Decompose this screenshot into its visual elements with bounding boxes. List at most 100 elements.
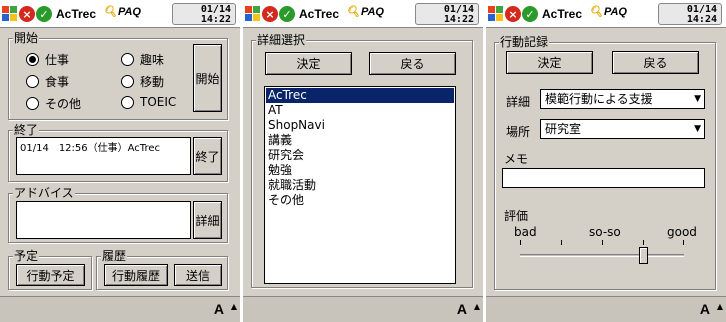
paq-label: PAQ: [603, 5, 627, 18]
advice-field[interactable]: [16, 201, 191, 239]
rating-bad-label: bad: [514, 225, 537, 239]
clock[interactable]: 01/14 14:24: [658, 3, 722, 25]
input-arrow-icon[interactable]: ▲: [717, 302, 723, 311]
radio-other[interactable]: その他: [26, 95, 81, 112]
list-item[interactable]: その他: [266, 193, 454, 208]
input-panel-icon[interactable]: A: [700, 301, 710, 317]
input-panel-icon[interactable]: A: [214, 301, 224, 317]
list-item[interactable]: ShopNavi: [266, 118, 454, 133]
end-button[interactable]: 終了: [193, 137, 222, 175]
detail-select-group-label: 詳細選択: [256, 33, 307, 47]
clock-time: 14:22: [443, 14, 474, 25]
paq-label: PAQ: [360, 5, 384, 18]
start-button[interactable]: 開始: [193, 44, 222, 112]
radio-dot[interactable]: [26, 97, 39, 110]
memo-input[interactable]: [502, 168, 705, 188]
advice-group-label: アドバイス: [13, 186, 75, 200]
paq-icon[interactable]: 🔍︎ PAQ: [103, 5, 141, 19]
close-icon[interactable]: ×: [262, 6, 278, 22]
clock[interactable]: 01/14 14:22: [172, 3, 236, 25]
advice-detail-button[interactable]: 詳細: [193, 201, 222, 239]
radio-label: その他: [45, 97, 82, 111]
action-record-group-label: 行動記録: [499, 35, 550, 49]
list-item[interactable]: 就職活動: [266, 178, 454, 193]
radio-hobby[interactable]: 趣味: [121, 51, 164, 68]
start-group-label: 開始: [13, 31, 40, 45]
slider-tick: [602, 240, 603, 245]
slider-track: [520, 254, 684, 257]
list-item[interactable]: AT: [266, 103, 454, 118]
clock[interactable]: 01/14 14:22: [415, 3, 479, 25]
plan-group-label: 予定: [13, 249, 40, 263]
memo-label: メモ: [504, 152, 529, 166]
radio-meal[interactable]: 食事: [26, 73, 69, 90]
radio-dot[interactable]: [121, 75, 134, 88]
ok-icon[interactable]: ✓: [36, 6, 52, 22]
clock-time: 14:24: [686, 14, 717, 25]
rating-good-label: good: [667, 225, 697, 239]
action-record-screen: × ✓ AcTrec 🔍︎ PAQ 01/14 14:24 行動記録 決定 戻る 詳…: [486, 0, 726, 322]
slider-thumb[interactable]: [638, 247, 648, 264]
radio-toeic[interactable]: TOEIC: [121, 95, 176, 109]
input-panel-icon[interactable]: A: [457, 301, 467, 317]
main-screen: × ✓ AcTrec 🔍︎ PAQ 01/14 14:22 開始 仕事 趣味 食事 …: [0, 0, 240, 322]
close-icon[interactable]: ×: [19, 6, 35, 22]
paq-label: PAQ: [117, 5, 141, 18]
app-title: AcTrec: [542, 7, 583, 21]
radio-dot[interactable]: [26, 75, 39, 88]
rating-slider[interactable]: [520, 240, 684, 264]
rating-label: 評価: [504, 209, 529, 223]
radio-label: 趣味: [140, 53, 165, 67]
app-title: AcTrec: [56, 7, 97, 21]
ok-icon[interactable]: ✓: [522, 6, 538, 22]
list-item[interactable]: 講義: [266, 133, 454, 148]
title-bar: × ✓ AcTrec 🔍︎ PAQ 01/14 14:24: [486, 0, 726, 28]
detail-select-screen: × ✓ AcTrec 🔍︎ PAQ 01/14 14:22 詳細選択 決定 戻る A…: [243, 0, 483, 322]
back-button[interactable]: 戻る: [369, 52, 456, 75]
windows-start-icon[interactable]: [2, 6, 18, 22]
list-item[interactable]: AcTrec: [266, 88, 454, 103]
clock-time: 14:22: [200, 14, 231, 25]
bottom-bar: A ▲: [0, 296, 240, 322]
slider-tick: [561, 240, 562, 245]
detail-select[interactable]: 模範行動による支援 ▼: [540, 89, 705, 109]
end-log-field[interactable]: 01/14 12:56（仕事）AcTrec: [16, 137, 191, 175]
windows-start-icon[interactable]: [245, 6, 261, 22]
chevron-down-icon[interactable]: ▼: [694, 90, 701, 108]
app-title: AcTrec: [299, 7, 340, 21]
radio-label: 移動: [140, 75, 165, 89]
title-bar: × ✓ AcTrec 🔍︎ PAQ 01/14 14:22: [0, 0, 240, 28]
detail-select-value: 模範行動による支援: [545, 92, 653, 106]
input-arrow-icon[interactable]: ▲: [474, 302, 480, 311]
close-icon[interactable]: ×: [505, 6, 521, 22]
place-select[interactable]: 研究室 ▼: [540, 119, 705, 139]
slider-tick: [520, 240, 521, 245]
radio-travel[interactable]: 移動: [121, 73, 164, 90]
back-button[interactable]: 戻る: [612, 51, 699, 74]
input-arrow-icon[interactable]: ▲: [231, 302, 237, 311]
list-item[interactable]: 研究会: [266, 148, 454, 163]
slider-tick: [683, 240, 684, 245]
radio-work[interactable]: 仕事: [26, 51, 69, 68]
radio-dot[interactable]: [121, 53, 134, 66]
bottom-bar: A ▲: [486, 296, 726, 322]
ok-button[interactable]: 決定: [265, 52, 352, 75]
place-select-value: 研究室: [545, 122, 582, 136]
radio-dot[interactable]: [26, 53, 39, 66]
windows-start-icon[interactable]: [488, 6, 504, 22]
plan-button[interactable]: 行動予定: [16, 264, 85, 286]
send-button[interactable]: 送信: [174, 264, 222, 286]
history-group-label: 履歴: [101, 249, 128, 263]
detail-list[interactable]: AcTrec AT ShopNavi 講義 研究会 勉強 就職活動 その他: [264, 86, 456, 284]
list-item[interactable]: 勉強: [266, 163, 454, 178]
radio-label: TOEIC: [140, 95, 177, 109]
paq-icon[interactable]: 🔍︎ PAQ: [346, 5, 384, 19]
ok-button[interactable]: 決定: [506, 51, 593, 74]
slider-tick: [643, 240, 644, 245]
history-button[interactable]: 行動履歴: [104, 264, 168, 286]
radio-dot[interactable]: [121, 95, 134, 109]
chevron-down-icon[interactable]: ▼: [694, 120, 701, 138]
ok-icon[interactable]: ✓: [279, 6, 295, 22]
rating-soso-label: so-so: [589, 225, 621, 239]
paq-icon[interactable]: 🔍︎ PAQ: [589, 5, 627, 19]
